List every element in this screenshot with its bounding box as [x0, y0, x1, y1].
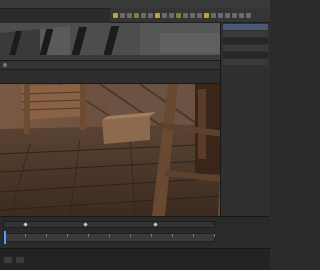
panel-header: [0, 61, 220, 70]
tool-icon[interactable]: [120, 12, 125, 18]
tool-icon[interactable]: [183, 12, 188, 18]
keyframe-icon[interactable]: [153, 222, 158, 227]
tool-icon[interactable]: [169, 12, 174, 18]
upper-viewport-image: [0, 23, 220, 60]
status-button[interactable]: [16, 256, 24, 263]
scene-render: [0, 84, 220, 216]
panel-menu-icon[interactable]: [3, 63, 7, 67]
right-side-panel: [220, 23, 270, 248]
tool-icon[interactable]: [162, 12, 167, 18]
timeline-tick: [46, 234, 47, 237]
timeline-tick: [88, 234, 89, 237]
tool-icon[interactable]: [176, 12, 181, 18]
timeline-track[interactable]: [3, 233, 215, 242]
upper-viewport[interactable]: [0, 23, 220, 61]
tool-icon[interactable]: [225, 12, 230, 18]
timeline-tick: [109, 234, 110, 237]
tool-icon[interactable]: [204, 12, 209, 18]
keyframe-icon[interactable]: [83, 222, 88, 227]
viewport-toolbar: [0, 70, 220, 84]
tool-icon[interactable]: [218, 12, 223, 18]
panel-row[interactable]: [223, 38, 268, 44]
timeline-tick: [193, 234, 194, 237]
tool-icon[interactable]: [211, 12, 216, 18]
tool-icon[interactable]: [239, 12, 244, 18]
tool-icon[interactable]: [232, 12, 237, 18]
timeline-tick: [130, 234, 131, 237]
panel-row[interactable]: [223, 31, 268, 37]
timeline-tick: [25, 234, 26, 237]
tool-icon[interactable]: [197, 12, 202, 18]
tool-icon[interactable]: [148, 12, 153, 18]
timeline-tick: [67, 234, 68, 237]
tool-icon[interactable]: [113, 12, 118, 18]
timeline-tick: [172, 234, 173, 237]
panel-row[interactable]: [223, 59, 268, 65]
timeline-tick: [151, 234, 152, 237]
panel-row[interactable]: [223, 45, 268, 51]
timeline-tick: [214, 234, 215, 237]
panel-row[interactable]: [223, 24, 268, 30]
status-bar: [0, 248, 270, 270]
timeline: [0, 216, 270, 248]
status-button[interactable]: [4, 256, 12, 263]
tool-icon[interactable]: [155, 12, 160, 18]
tool-icon[interactable]: [134, 12, 139, 18]
main-3d-viewport[interactable]: [0, 84, 220, 216]
tool-strip: [110, 8, 270, 23]
tool-icon[interactable]: [190, 12, 195, 18]
tool-icon[interactable]: [246, 12, 251, 18]
tool-icon[interactable]: [141, 12, 146, 18]
keyframe-strip[interactable]: [3, 221, 215, 228]
panel-row[interactable]: [223, 52, 268, 58]
keyframe-icon[interactable]: [23, 222, 28, 227]
timeline-playhead[interactable]: [4, 231, 6, 244]
tool-icon[interactable]: [127, 12, 132, 18]
